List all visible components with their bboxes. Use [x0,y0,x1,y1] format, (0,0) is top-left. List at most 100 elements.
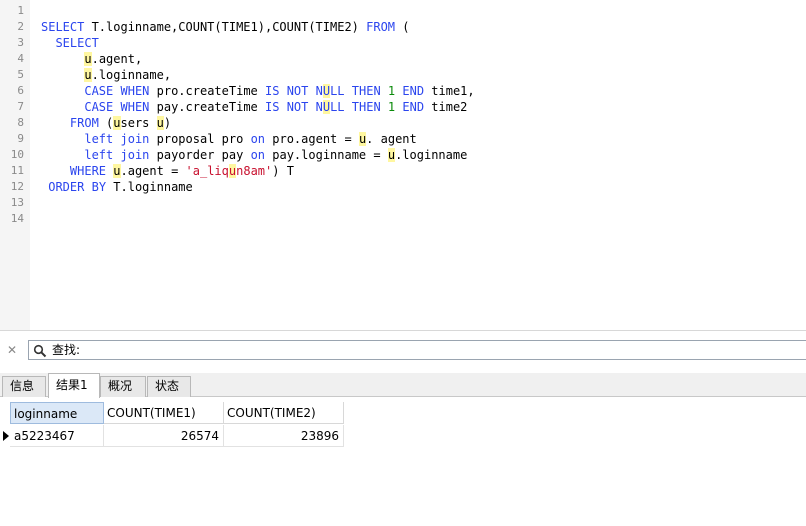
code-token: END [402,100,425,114]
row-indicator [0,425,10,447]
code-token: .agent = [120,164,186,178]
code-token: T.loginname [106,180,193,194]
code-token: time2 [424,100,468,114]
code-line: CASE WHEN pay.createTime IS NOT NULL THE… [41,99,475,115]
line-number: 6 [17,84,24,97]
code-token: pro.agent = [265,132,359,146]
code-token: SELECT [55,36,99,50]
code-token: u [113,164,121,178]
line-number-gutter: 1 2 3 4 5 6 7 8 9 10 11 12 13 14 [0,0,30,330]
code-token: CASE [84,100,114,114]
table-cell[interactable]: 23896 [224,425,344,447]
code-token: payorder pay [149,148,251,162]
code-token: FROM [69,116,99,130]
code-token: CASE [84,84,114,98]
tab-info[interactable]: 信息 [2,376,46,397]
code-line: u.loginname, [41,67,475,83]
line-number: 10 [10,148,24,161]
code-token: u [84,52,92,66]
line-number: 2 [17,20,24,33]
code-token: END [402,84,425,98]
code-token: time1, [424,84,475,98]
close-icon[interactable]: ✕ [7,343,17,357]
code-token: join [120,132,150,146]
table-cell[interactable]: 26574 [104,425,224,447]
code-line: ORDER BY T.loginname [41,179,475,195]
code-token: NOT [286,100,309,114]
line-number: 4 [17,52,24,65]
code-token: NOT [286,84,309,98]
sql-editor[interactable]: 1 2 3 4 5 6 7 8 9 10 11 12 13 14 SELECT … [0,0,806,330]
code-token: IS [265,100,280,114]
find-input[interactable]: 查找: [28,340,806,360]
code-line: SELECT T.loginname,COUNT(TIME1),COUNT(TI… [41,19,475,35]
code-line: left join payorder pay on pay.loginname … [41,147,475,163]
line-number: 5 [17,68,24,81]
code-token: u [156,116,164,130]
column-header-loginname[interactable]: loginname [10,402,104,424]
code-token: u [84,68,92,82]
table-cell[interactable]: a5223467 [10,425,104,447]
line-number: 3 [17,36,24,49]
code-line: WHERE u.agent = 'a_liqun8am') T [41,163,475,179]
code-token: left [84,148,114,162]
code-line: left join proposal pro on pro.agent = u.… [41,131,475,147]
code-token: u [387,148,396,162]
tab-result1[interactable]: 结果1 [48,373,100,398]
code-token: pay.createTime [149,100,265,114]
code-token: .loginname [395,148,468,162]
code-token: u [113,116,121,130]
column-header-count-time1[interactable]: COUNT(TIME1) [104,402,224,424]
code-token: on [250,148,266,162]
code-token: join [120,148,150,162]
code-token: proposal pro [149,132,251,146]
code-token: U [322,84,331,98]
code-token: . agent [366,132,417,146]
tab-status[interactable]: 状态 [147,376,191,397]
line-number: 9 [17,132,24,145]
code-token: FROM [366,20,396,34]
code-token: N [315,100,323,114]
result-tabs: 信息 结果1 概况 状态 [0,373,806,398]
sql-code-area[interactable]: SELECT T.loginname,COUNT(TIME1),COUNT(TI… [41,3,475,227]
code-token: ) [163,116,172,130]
line-number: 7 [17,100,24,113]
code-line: u.agent, [41,51,475,67]
code-token: ORDER [48,180,85,194]
code-token: N [315,84,323,98]
code-token: ( [98,116,114,130]
tab-profile[interactable]: 概况 [100,376,146,397]
line-number: 8 [17,116,24,129]
code-line: CASE WHEN pro.createTime IS NOT NULL THE… [41,83,475,99]
line-number: 14 [10,212,24,225]
code-token: left [84,132,114,146]
code-token: SELECT [41,20,85,34]
pane-divider[interactable] [0,330,806,331]
code-token: T.loginname,COUNT(TIME1),COUNT(TIME2) [84,20,367,34]
column-header-count-time2[interactable]: COUNT(TIME2) [224,402,344,424]
line-number: 11 [10,164,24,177]
code-token: .agent, [91,52,143,66]
code-token: U [322,100,331,114]
line-number: 13 [10,196,24,209]
search-icon [33,344,47,358]
code-token: 'a_liq [185,164,229,178]
